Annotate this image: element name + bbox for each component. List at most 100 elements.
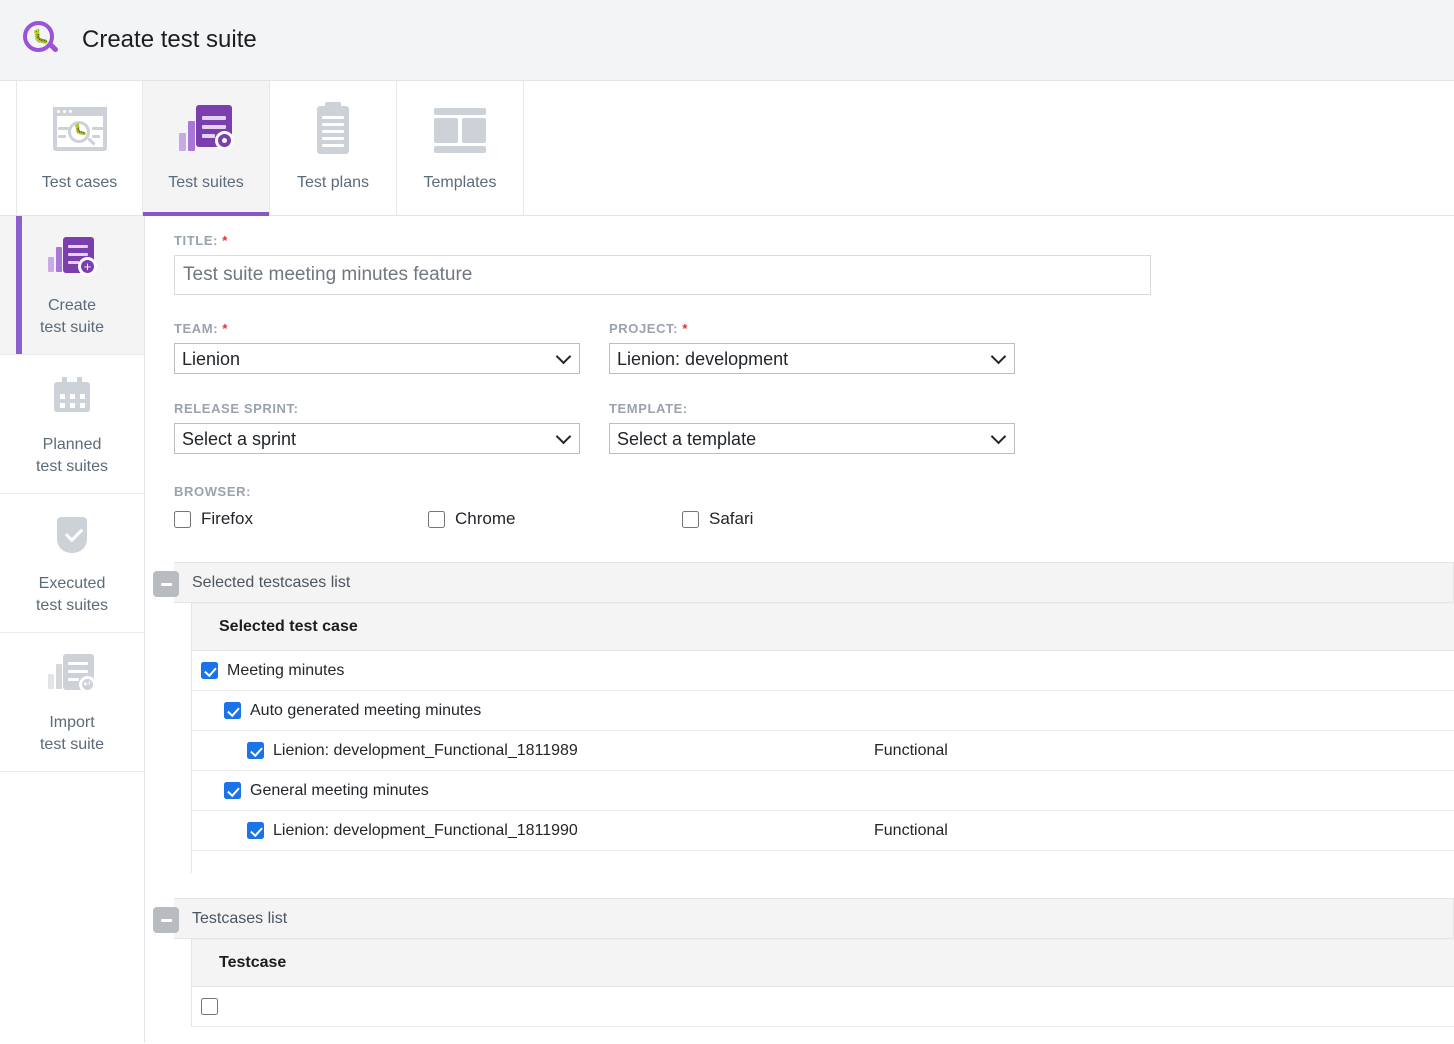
create-test-suite-icon: +: [46, 231, 98, 283]
checkbox-icon[interactable]: [247, 742, 264, 759]
table-row[interactable]: Lienion: development_Functional_1811989 …: [192, 731, 1454, 771]
browser-label: Safari: [709, 509, 753, 529]
column-header-type: [864, 940, 1454, 987]
testcase-name: General meeting minutes: [250, 782, 429, 800]
checkbox-icon[interactable]: [174, 511, 191, 528]
selected-testcases-panel: Selected testcases list Selected test ca…: [145, 562, 1454, 873]
bug-magnifier-logo: 🐛: [22, 20, 62, 60]
sidebar-item-label-line2: test suites: [36, 597, 108, 614]
minus-icon: [161, 919, 172, 922]
browser-label: Firefox: [201, 509, 253, 529]
browser-checkbox-safari[interactable]: Safari: [682, 509, 753, 529]
collapse-testcases-button[interactable]: [153, 907, 179, 933]
checkbox-icon[interactable]: [428, 511, 445, 528]
browser-label: Chrome: [455, 509, 515, 529]
testcase-name: Lienion: development_Functional_1811990: [273, 822, 578, 840]
sidebar-item-label-line1: Import: [49, 714, 94, 731]
project-field-label: PROJECT: *: [609, 321, 1044, 336]
page-title: Create test suite: [82, 26, 257, 54]
release-sprint-field-label: RELEASE SPRINT:: [174, 401, 609, 416]
sidebar-item-label-line2: test suite: [40, 736, 104, 753]
primary-tabbar: 🐛 Test cases Test suites Test plans: [0, 81, 1454, 216]
table-row[interactable]: Meeting minutes: [192, 651, 1454, 691]
test-cases-icon: 🐛: [49, 99, 111, 161]
testcase-name-cell: General meeting minutes: [192, 771, 864, 811]
testcases-panel-heading: Testcases list: [174, 898, 1454, 939]
project-label-text: PROJECT:: [609, 321, 678, 336]
selected-testcases-panel-footer: [192, 851, 1454, 873]
browser-field-group: BROWSER: Firefox Chrome Safari: [174, 484, 1454, 529]
table-row[interactable]: General meeting minutes: [192, 771, 1454, 811]
testcase-name-cell: Meeting minutes: [192, 651, 864, 691]
title-label-text: TITLE:: [174, 233, 218, 248]
required-marker: *: [222, 321, 228, 336]
browser-checkbox-firefox[interactable]: Firefox: [174, 509, 428, 529]
checkbox-icon[interactable]: [201, 662, 218, 679]
templates-icon: [429, 99, 491, 161]
tab-test-suites[interactable]: Test suites: [143, 81, 270, 215]
checkbox-icon[interactable]: [682, 511, 699, 528]
sidebar-item-label-line1: Create: [48, 297, 96, 314]
sidebar-item-planned-test-suites[interactable]: Planned test suites: [0, 355, 144, 494]
selected-testcases-table-body: Meeting minutes Auto generated meeting m…: [192, 651, 1454, 851]
testcases-panel: Testcases list Testcase: [145, 898, 1454, 1027]
sidebar-item-label-line2: test suites: [36, 458, 108, 475]
required-marker: *: [682, 321, 688, 336]
table-header-row: Selected test case: [192, 604, 1454, 651]
testcase-type-cell: [864, 771, 1454, 811]
column-header-testcase: Testcase: [192, 940, 864, 987]
selected-testcases-table: Selected test case Meeting minutes: [192, 603, 1454, 851]
tab-test-plans[interactable]: Test plans: [270, 81, 397, 215]
testcase-name-cell: [192, 987, 864, 1027]
table-row[interactable]: Auto generated meeting minutes: [192, 691, 1454, 731]
checkbox-icon[interactable]: [224, 782, 241, 799]
tab-label: Templates: [424, 173, 497, 193]
calendar-icon: [46, 370, 98, 422]
testcase-name: Auto generated meeting minutes: [250, 702, 481, 720]
collapse-selected-testcases-button[interactable]: [153, 571, 179, 597]
testcase-type-cell: Functional: [864, 811, 1454, 851]
release-sprint-select[interactable]: Select a sprint: [174, 423, 580, 454]
sidebar-item-label: Import test suite: [40, 712, 104, 756]
testcase-name: Meeting minutes: [227, 662, 344, 680]
create-test-suite-form: TITLE: * TEAM: * Lienion: [145, 216, 1454, 529]
active-accent-bar: [16, 216, 22, 354]
testcase-type-cell: [864, 987, 1454, 1027]
table-row[interactable]: [192, 987, 1454, 1027]
table-row[interactable]: Lienion: development_Functional_1811990 …: [192, 811, 1454, 851]
sidebar-item-import-test-suite[interactable]: ↵ Import test suite: [0, 633, 144, 772]
selected-testcases-panel-heading: Selected testcases list: [174, 562, 1454, 603]
project-select[interactable]: Lienion: development: [609, 343, 1015, 374]
team-select[interactable]: Lienion: [174, 343, 580, 374]
testcases-table: Testcase: [192, 939, 1454, 1027]
sidebar-item-label: Create test suite: [40, 295, 104, 339]
template-select[interactable]: Select a template: [609, 423, 1015, 454]
sidebar-item-executed-test-suites[interactable]: Executed test suites: [0, 494, 144, 633]
tab-label: Test cases: [42, 173, 118, 193]
checkbox-icon[interactable]: [247, 822, 264, 839]
title-input[interactable]: [174, 255, 1151, 295]
main-content: TITLE: * TEAM: * Lienion: [145, 216, 1454, 1043]
testcase-type-cell: Functional: [864, 731, 1454, 771]
test-suites-icon: [175, 99, 237, 161]
sidebar-item-label-line1: Executed: [39, 575, 106, 592]
checkbox-icon[interactable]: [201, 998, 218, 1015]
tab-test-cases[interactable]: 🐛 Test cases: [16, 81, 143, 215]
tab-label: Test plans: [297, 173, 369, 193]
testcase-name: Lienion: development_Functional_1811989: [273, 742, 578, 760]
tab-templates[interactable]: Templates: [397, 81, 524, 215]
minus-icon: [161, 583, 172, 586]
testcase-name-cell: Auto generated meeting minutes: [192, 691, 864, 731]
browser-field-label: BROWSER:: [174, 484, 1454, 499]
testcase-type-cell: [864, 651, 1454, 691]
checkbox-icon[interactable]: [224, 702, 241, 719]
sidebar-item-create-test-suite[interactable]: + Create test suite: [0, 216, 144, 355]
sidebar-item-label: Planned test suites: [36, 434, 108, 478]
testcases-table-body: [192, 987, 1454, 1027]
sidebar-item-label-line2: test suite: [40, 319, 104, 336]
column-header-selected-test-case: Selected test case: [192, 604, 864, 651]
testcases-panel-body: Testcase: [191, 939, 1454, 1027]
browser-checkbox-chrome[interactable]: Chrome: [428, 509, 682, 529]
title-field-label: TITLE: *: [174, 233, 1454, 248]
sidebar-item-label: Executed test suites: [36, 573, 108, 617]
